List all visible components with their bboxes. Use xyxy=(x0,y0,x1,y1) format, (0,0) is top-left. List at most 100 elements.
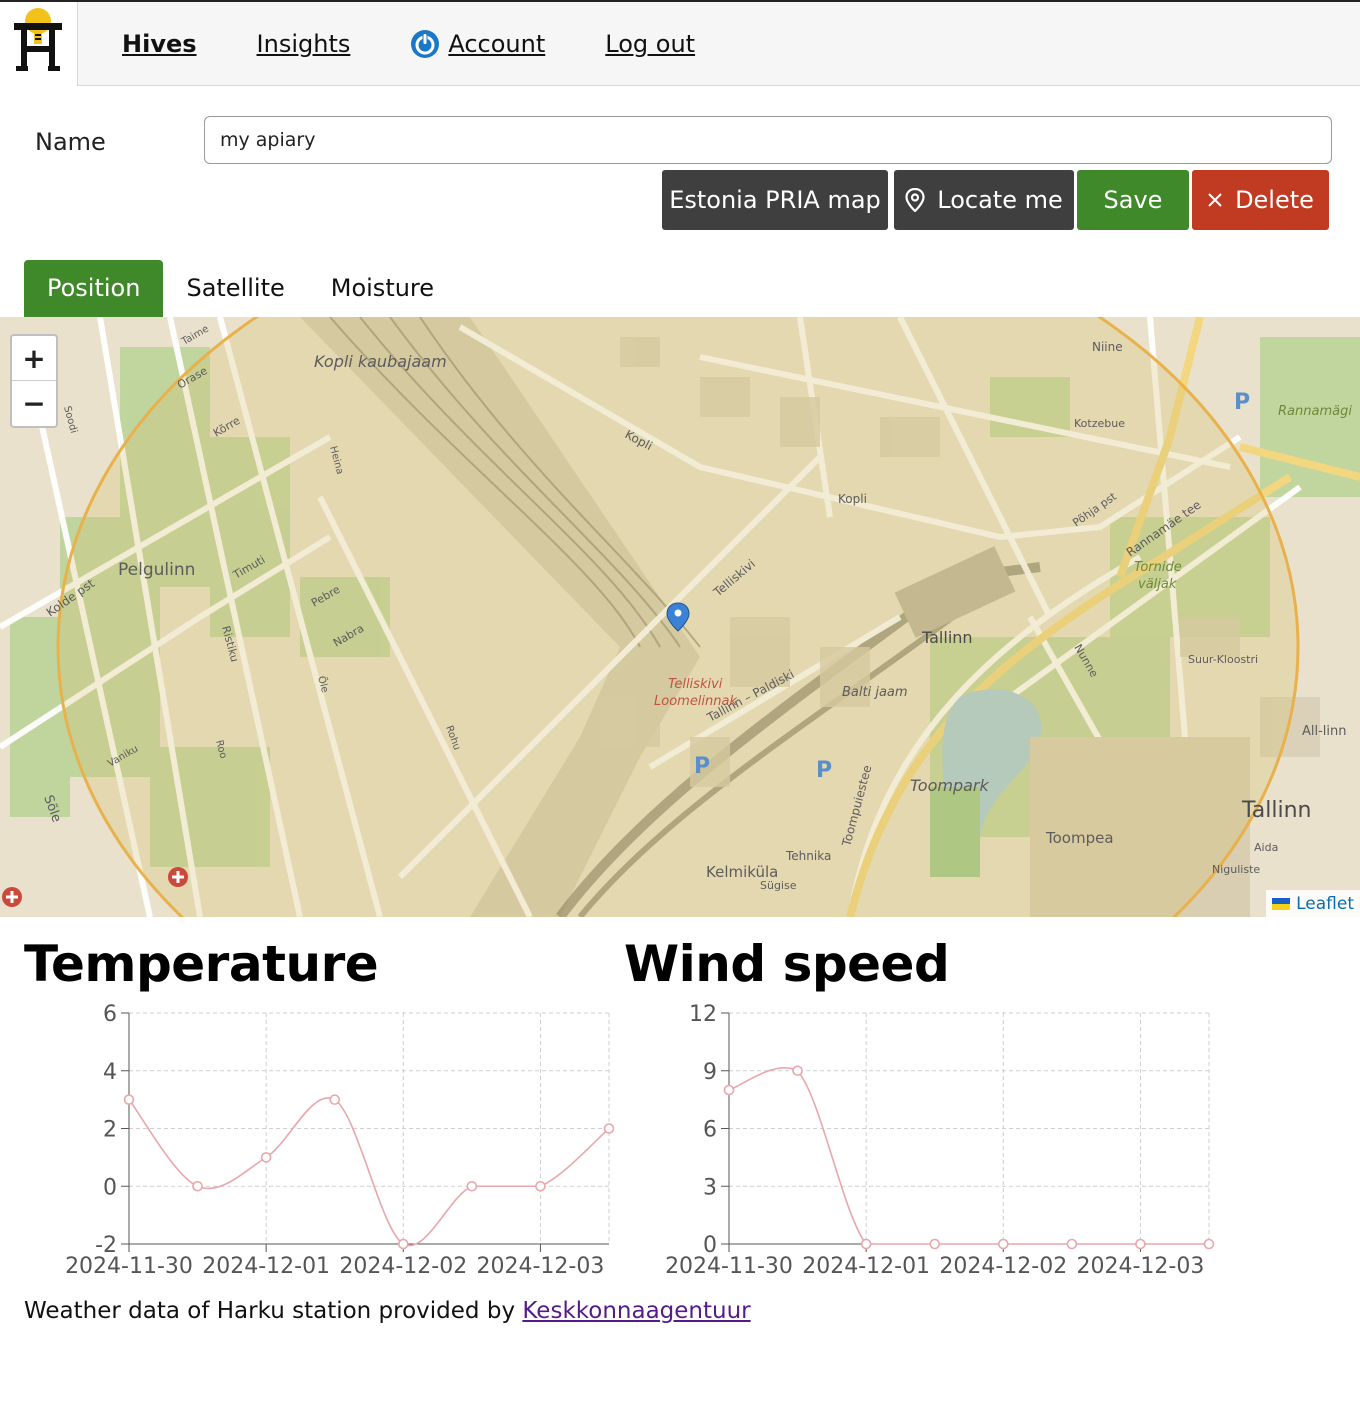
tab-position[interactable]: Position xyxy=(24,260,164,317)
y-tick-label: 6 xyxy=(703,1118,717,1143)
nav-logout-label: Log out xyxy=(605,30,696,58)
x-tick-label: 2024-12-03 xyxy=(476,1254,604,1279)
nav-account-label: Account xyxy=(448,30,546,58)
data-point xyxy=(929,1238,941,1250)
map-zoom-control: + − xyxy=(10,334,58,428)
leaflet-link[interactable]: Leaflet xyxy=(1296,894,1354,914)
label-telliskivi-1: Telliskivi xyxy=(668,677,723,692)
locate-me-button[interactable]: Locate me xyxy=(894,170,1074,230)
top-navbar: Hives Insights Account Log out xyxy=(0,2,1360,86)
zoom-out-button[interactable]: − xyxy=(12,381,56,426)
beehive-logo-icon xyxy=(14,8,62,71)
nav-hives[interactable]: Hives xyxy=(122,30,197,58)
parking-icon: P xyxy=(694,754,710,779)
label-all-linn: All-linn xyxy=(1302,724,1347,739)
data-point xyxy=(997,1238,1009,1250)
y-tick-label: 4 xyxy=(103,1060,117,1085)
data-point xyxy=(792,1065,803,1077)
data-point xyxy=(260,1152,272,1163)
data-point xyxy=(1066,1238,1078,1250)
zoom-in-button[interactable]: + xyxy=(12,336,56,381)
save-button[interactable]: Save xyxy=(1077,170,1189,230)
locate-button-label: Locate me xyxy=(937,186,1063,214)
y-tick-label: 12 xyxy=(689,1002,717,1027)
label-suur-kloostri: Suur-Kloostri xyxy=(1188,653,1258,666)
data-point xyxy=(1203,1238,1215,1250)
x-tick-label: 2024-12-03 xyxy=(1076,1254,1204,1279)
y-tick-label: 2 xyxy=(103,1118,117,1143)
label-tallinn-city: Tallinn xyxy=(1241,798,1312,823)
series-line xyxy=(728,1067,1209,1245)
x-tick-label: 2024-12-02 xyxy=(939,1254,1067,1279)
label-pelgulinn: Pelgulinn xyxy=(118,560,195,580)
data-point xyxy=(1135,1238,1146,1250)
label-rannamagi: Rannamägi xyxy=(1278,404,1352,419)
keskkonnaagentuur-link[interactable]: Keskkonnaagentuur xyxy=(522,1298,750,1324)
label-toompea: Toompea xyxy=(1045,829,1114,847)
weather-credit: Weather data of Harku station provided b… xyxy=(24,1298,751,1324)
tab-satellite[interactable]: Satellite xyxy=(163,260,307,317)
ukraine-flag-icon xyxy=(1272,897,1291,910)
data-point xyxy=(397,1238,409,1250)
y-tick-label: 3 xyxy=(703,1175,717,1200)
wind-speed-chart: 0369122024-11-30 2024-12-01 2024-12-02 2024… xyxy=(665,1002,1215,1279)
data-point xyxy=(723,1084,735,1096)
nav-logout[interactable]: Log out xyxy=(605,30,695,58)
nav-insights-label: Insights xyxy=(256,30,351,58)
nav-insights[interactable]: Insights xyxy=(257,30,351,58)
name-input[interactable] xyxy=(204,116,1332,164)
data-point xyxy=(466,1180,478,1192)
x-tick-label: 2024-11-30 xyxy=(665,1254,793,1279)
nav-account[interactable]: Account xyxy=(410,29,545,59)
pria-button-label: Estonia PRIA map xyxy=(669,186,881,214)
x-tick-label: 2024-12-01 xyxy=(802,1254,930,1279)
label-niguliste: Niguliste xyxy=(1212,863,1260,876)
label-niine: Niine xyxy=(1092,340,1123,354)
map-view[interactable]: Kopli kaubajaam Pelgulinn Tallinn Tallin… xyxy=(0,317,1360,917)
wind-chart-title: Wind speed xyxy=(624,935,950,993)
power-icon xyxy=(411,30,440,58)
temperature-chart-title: Temperature xyxy=(24,935,379,993)
location-pin-icon xyxy=(905,188,925,212)
label-tornide-1: Tornide xyxy=(1134,560,1182,575)
x-tick-label: 2024-12-01 xyxy=(202,1254,330,1279)
weather-credit-text: Weather data of Harku station provided b… xyxy=(24,1298,523,1324)
label-tallinn-station: Tallinn xyxy=(921,628,973,647)
label-toompark: Toompark xyxy=(910,776,990,795)
series-line xyxy=(128,1097,610,1247)
label-aida: Aida xyxy=(1254,841,1278,854)
save-button-label: Save xyxy=(1103,186,1163,214)
map-attribution: Leaflet xyxy=(1266,890,1360,917)
main-nav: Hives Insights Account Log out xyxy=(122,2,755,86)
map-tiles: Kopli kaubajaam Pelgulinn Tallinn Tallin… xyxy=(0,317,1360,917)
label-kotzebue: Kotzebue xyxy=(1074,417,1125,430)
data-point xyxy=(860,1238,872,1250)
label-tehnika: Tehnika xyxy=(785,849,831,863)
parking-icon: P xyxy=(1234,390,1250,415)
view-tabs: Position Satellite Moisture xyxy=(24,260,457,317)
x-tick-label: 2024-11-30 xyxy=(65,1254,193,1279)
x-tick-label: 2024-12-02 xyxy=(339,1254,467,1279)
data-point xyxy=(535,1180,546,1192)
data-point xyxy=(123,1094,135,1105)
app-logo[interactable] xyxy=(0,2,78,86)
y-tick-label: 6 xyxy=(103,1002,117,1027)
delete-button-label: Delete xyxy=(1235,186,1314,214)
close-icon xyxy=(1207,192,1223,208)
label-kopli-kaubajaam: Kopli kaubajaam xyxy=(314,352,447,371)
data-point xyxy=(603,1123,615,1134)
label-kopli: Kopli xyxy=(838,492,867,506)
y-tick-label: 9 xyxy=(703,1060,717,1085)
data-point xyxy=(329,1094,341,1105)
estonia-pria-map-button[interactable]: Estonia PRIA map xyxy=(662,170,888,230)
nav-hives-label: Hives xyxy=(122,30,197,58)
tab-moisture[interactable]: Moisture xyxy=(308,260,457,317)
label-tornide-2: väljak xyxy=(1138,577,1177,592)
label-sugise: Sügise xyxy=(760,879,797,892)
label-balti-jaam: Balti jaam xyxy=(842,685,908,700)
name-label: Name xyxy=(35,128,106,156)
delete-button[interactable]: Delete xyxy=(1192,170,1329,230)
parking-icon: P xyxy=(816,758,832,783)
y-tick-label: 0 xyxy=(103,1175,117,1200)
data-point xyxy=(192,1180,203,1192)
